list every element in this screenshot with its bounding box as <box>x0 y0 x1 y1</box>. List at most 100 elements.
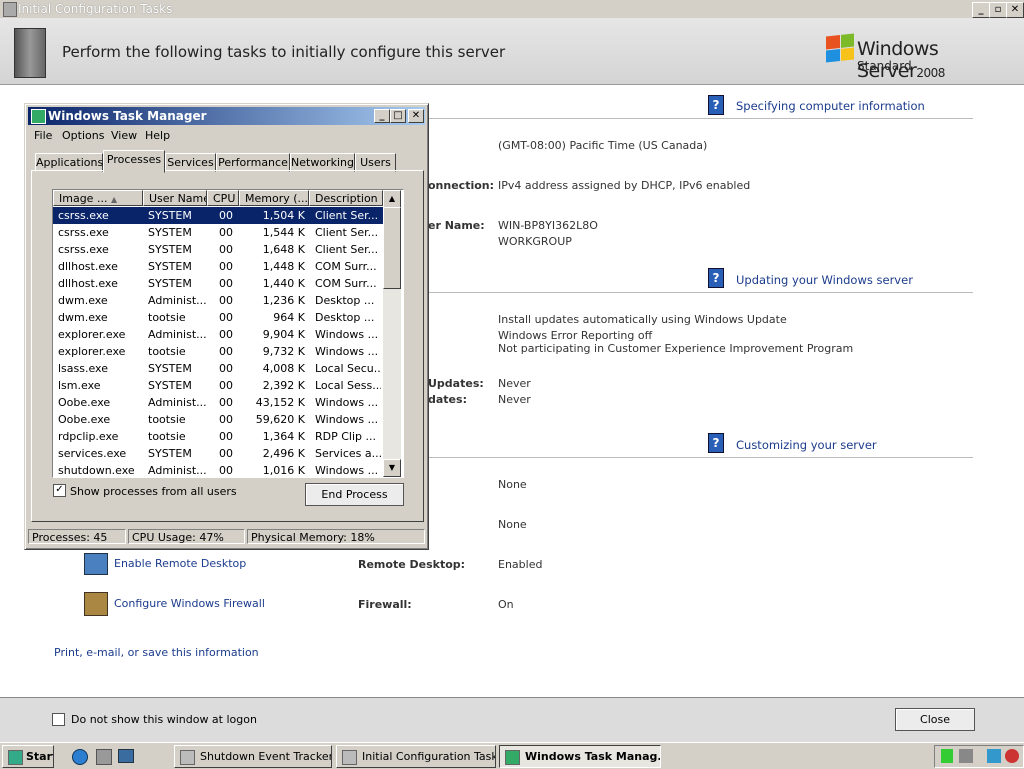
table-row[interactable]: dllhost.exe SYSTEM 00 1,448 K COM Surr... <box>53 258 383 275</box>
divider <box>428 118 973 119</box>
cpu-meter-icon[interactable] <box>941 749 953 763</box>
process-image: Oobe.exe <box>58 413 111 426</box>
window-title: Initial Configuration Tasks <box>18 2 173 16</box>
window-titlebar[interactable]: Initial Configuration Tasks _ ▫ ✕ <box>0 0 1024 18</box>
process-memory: 964 K <box>273 311 305 324</box>
show-all-users-checkbox[interactable]: ✓ <box>53 484 66 497</box>
taskbar-task-manager[interactable]: Windows Task Manag... <box>499 745 661 768</box>
enable-remote-desktop-link[interactable]: Enable Remote Desktop <box>114 557 246 570</box>
task-manager-taskbar-icon <box>505 749 520 765</box>
process-cpu: 00 <box>219 294 233 307</box>
tm-maximize-button[interactable]: □ <box>390 109 406 123</box>
tray-app-icon[interactable] <box>959 749 973 763</box>
menu-view[interactable]: View <box>111 129 137 142</box>
process-memory: 1,648 K <box>262 243 305 256</box>
process-cpu: 00 <box>219 260 233 273</box>
process-image: services.exe <box>58 447 127 460</box>
table-row[interactable]: csrss.exe SYSTEM 00 1,648 K Client Ser... <box>53 241 383 258</box>
table-row[interactable]: explorer.exe tootsie 00 9,732 K Windows ... <box>53 343 383 360</box>
start-button[interactable]: Start <box>2 745 54 768</box>
table-row[interactable]: Oobe.exe Administ... 00 43,152 K Windows ... <box>53 394 383 411</box>
help-book-icon: ? <box>708 433 724 453</box>
table-row[interactable]: csrss.exe SYSTEM 00 1,544 K Client Ser... <box>53 224 383 241</box>
taskbar-initial-configuration[interactable]: Initial Configuration Tasks <box>336 745 496 768</box>
process-list[interactable]: Image ... ▲ User Name CPU Memory (... De… <box>52 189 404 478</box>
windows-flag-icon <box>826 33 854 63</box>
internet-explorer-icon[interactable] <box>72 749 88 765</box>
table-row[interactable]: explorer.exe Administ... 00 9,904 K Windows … <box>53 326 383 343</box>
scroll-thumb[interactable] <box>383 207 401 289</box>
table-row[interactable]: dllhost.exe SYSTEM 00 1,440 K COM Surr... <box>53 275 383 292</box>
process-user: SYSTEM <box>148 447 192 460</box>
task-manager-titlebar[interactable]: Windows Task Manager _ □ ✕ <box>28 107 425 125</box>
table-row[interactable]: shutdown.exe Administ... 00 1,016 K Windows … <box>53 462 383 477</box>
process-description: Windows ... <box>315 396 379 409</box>
process-user: SYSTEM <box>148 226 192 239</box>
features-value: None <box>498 518 527 531</box>
config-tasks-icon <box>342 749 357 765</box>
process-cpu: 00 <box>219 362 233 375</box>
table-row[interactable]: services.exe SYSTEM 00 2,496 K Services a... <box>53 445 383 462</box>
print-email-save-link[interactable]: Print, e-mail, or save this information <box>54 646 259 659</box>
do-not-show-checkbox[interactable] <box>52 713 65 726</box>
menu-options[interactable]: Options <box>62 129 104 142</box>
process-image: Oobe.exe <box>58 396 111 409</box>
taskbar: Start Shutdown Event Tracker Initial Con… <box>0 742 1024 769</box>
menu-help[interactable]: Help <box>145 129 170 142</box>
column-header-user[interactable]: User Name <box>143 190 207 206</box>
status-processes: Processes: 45 <box>28 529 126 544</box>
process-cpu: 00 <box>219 447 233 460</box>
close-button[interactable]: Close <box>895 708 975 731</box>
process-image: csrss.exe <box>58 209 109 222</box>
firewall-label: Firewall: <box>358 598 412 611</box>
process-description: Desktop ... <box>315 311 375 324</box>
process-list-scrollbar[interactable]: ▲ ▼ <box>383 190 401 477</box>
process-description: COM Surr... <box>315 260 377 273</box>
tm-close-button[interactable]: ✕ <box>408 109 424 123</box>
scroll-down-button[interactable]: ▼ <box>383 459 401 477</box>
restore-button[interactable]: ▫ <box>989 2 1007 18</box>
table-row[interactable]: dwm.exe tootsie 00 964 K Desktop ... <box>53 309 383 326</box>
header-banner: Perform the following tasks to initially… <box>0 18 1024 85</box>
checked-updates-value: Never <box>498 393 531 406</box>
close-window-button[interactable]: ✕ <box>1006 2 1024 18</box>
process-memory: 1,016 K <box>262 464 305 477</box>
process-user: Administ... <box>148 464 207 477</box>
process-cpu: 00 <box>219 413 233 426</box>
process-user: SYSTEM <box>148 243 192 256</box>
security-alert-icon[interactable] <box>1005 749 1019 763</box>
configure-firewall-link[interactable]: Configure Windows Firewall <box>114 597 265 610</box>
brand-edition: Standard <box>857 59 912 73</box>
column-header-cpu[interactable]: CPU <box>207 190 239 206</box>
table-row[interactable]: csrss.exe SYSTEM 00 1,504 K Client Ser... <box>53 207 383 224</box>
menu-file[interactable]: File <box>34 129 52 142</box>
tab-processes[interactable]: Processes <box>103 150 165 173</box>
process-description: Desktop ... <box>315 294 375 307</box>
scroll-up-button[interactable]: ▲ <box>383 190 401 208</box>
network-icon[interactable] <box>987 749 1001 763</box>
process-image: dwm.exe <box>58 294 108 307</box>
show-desktop-icon[interactable] <box>118 749 134 763</box>
server-manager-icon[interactable] <box>96 749 112 765</box>
end-process-button[interactable]: End Process <box>305 483 404 506</box>
minimize-button[interactable]: _ <box>972 2 990 18</box>
column-header-memory[interactable]: Memory (... <box>239 190 309 206</box>
process-user: SYSTEM <box>148 277 192 290</box>
column-header-image[interactable]: Image ... ▲ <box>53 190 143 206</box>
process-image: lsass.exe <box>58 362 108 375</box>
taskbar-shutdown-event-tracker[interactable]: Shutdown Event Tracker <box>174 745 332 768</box>
process-description: COM Surr... <box>315 277 377 290</box>
divider <box>428 457 973 458</box>
tm-minimize-button[interactable]: _ <box>374 109 390 123</box>
column-header-description[interactable]: Description <box>309 190 383 206</box>
section-title-customize: Customizing your server <box>736 438 877 452</box>
table-row[interactable]: rdpclip.exe tootsie 00 1,364 K RDP Clip ... <box>53 428 383 445</box>
process-cpu: 00 <box>219 328 233 341</box>
table-row[interactable]: lsm.exe SYSTEM 00 2,392 K Local Sess... <box>53 377 383 394</box>
table-row[interactable]: dwm.exe Administ... 00 1,236 K Desktop ... <box>53 292 383 309</box>
task-manager-window[interactable]: Windows Task Manager _ □ ✕ File Options … <box>24 103 429 550</box>
process-user: tootsie <box>148 413 186 426</box>
table-row[interactable]: lsass.exe SYSTEM 00 4,008 K Local Secu... <box>53 360 383 377</box>
table-row[interactable]: Oobe.exe tootsie 00 59,620 K Windows ... <box>53 411 383 428</box>
do-not-show-label: Do not show this window at logon <box>71 713 257 726</box>
